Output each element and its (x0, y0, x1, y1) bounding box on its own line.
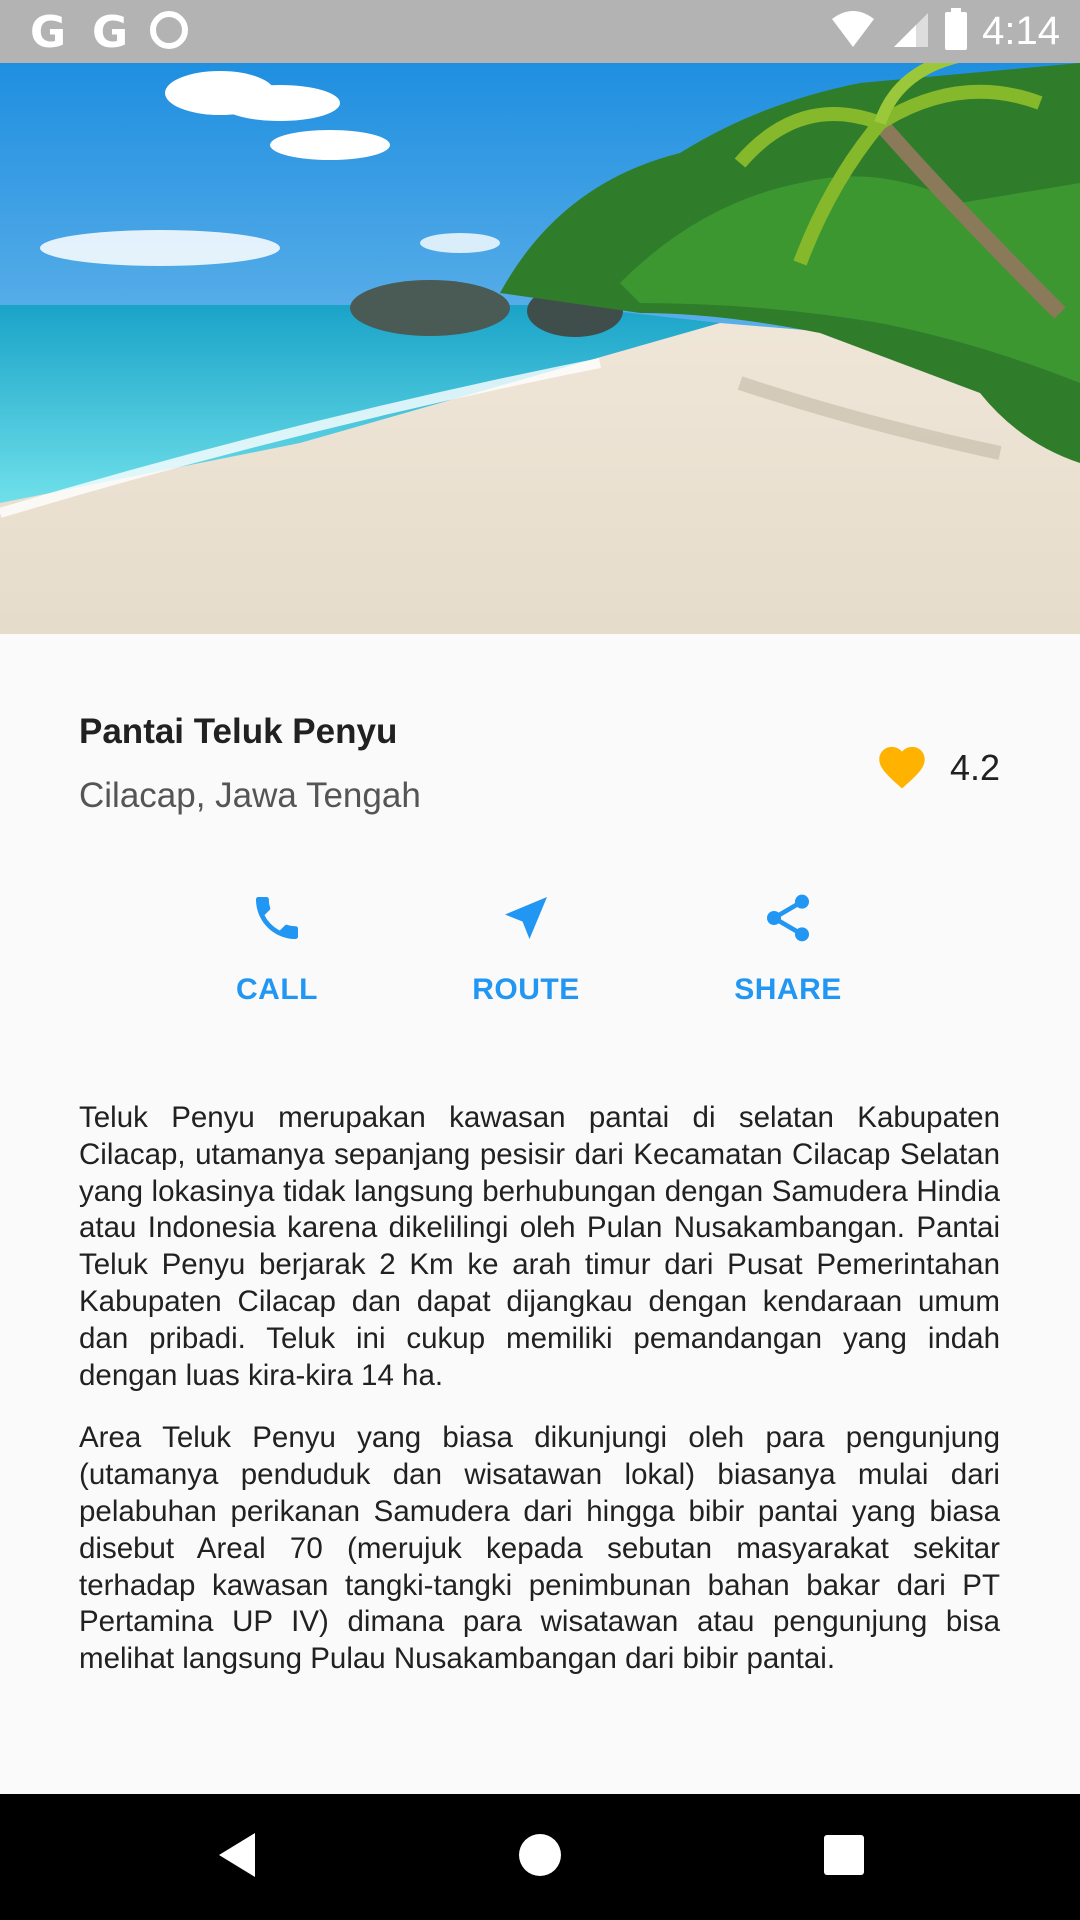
google-notification-icon: G (29, 6, 67, 58)
ring-notification-icon (148, 9, 190, 56)
signal-icon (890, 9, 930, 54)
status-bar: G G 4:14 (0, 0, 1080, 63)
home-button[interactable] (460, 1794, 620, 1920)
route-label: ROUTE (472, 973, 580, 1006)
navigation-arrow-icon (498, 890, 554, 951)
back-button[interactable] (157, 1794, 317, 1920)
recents-square-icon (823, 1834, 865, 1881)
phone-icon (249, 890, 305, 951)
route-button[interactable]: ROUTE (426, 890, 626, 1007)
rating[interactable]: 4.2 (874, 740, 1000, 795)
wifi-icon (830, 9, 876, 54)
heart-icon (874, 740, 930, 795)
description: Teluk Penyu merupakan kawasan pantai di … (79, 1100, 1000, 1704)
rating-value: 4.2 (949, 746, 1000, 788)
home-circle-icon (517, 1832, 563, 1883)
description-paragraph: Teluk Penyu merupakan kawasan pantai di … (79, 1101, 1000, 1392)
call-button[interactable]: CALL (177, 890, 377, 1007)
battery-icon (944, 8, 968, 55)
call-label: CALL (236, 973, 318, 1006)
hero-image (0, 63, 1080, 634)
recents-button[interactable] (764, 1794, 924, 1920)
description-paragraph: Area Teluk Penyu yang biasa dikunjungi o… (79, 1421, 1000, 1676)
share-label: SHARE (734, 973, 842, 1006)
action-bar: CALL ROUTE SHARE (0, 890, 1080, 1030)
google-notification-icon: G (91, 6, 129, 58)
back-triangle-icon (215, 1831, 259, 1884)
place-title: Pantai Teluk Penyu (79, 712, 398, 751)
navigation-bar (0, 1794, 1080, 1920)
share-icon (760, 890, 816, 951)
share-button[interactable]: SHARE (688, 890, 888, 1007)
clock: 4:14 (982, 9, 1060, 53)
place-location: Cilacap, Jawa Tengah (79, 776, 421, 815)
